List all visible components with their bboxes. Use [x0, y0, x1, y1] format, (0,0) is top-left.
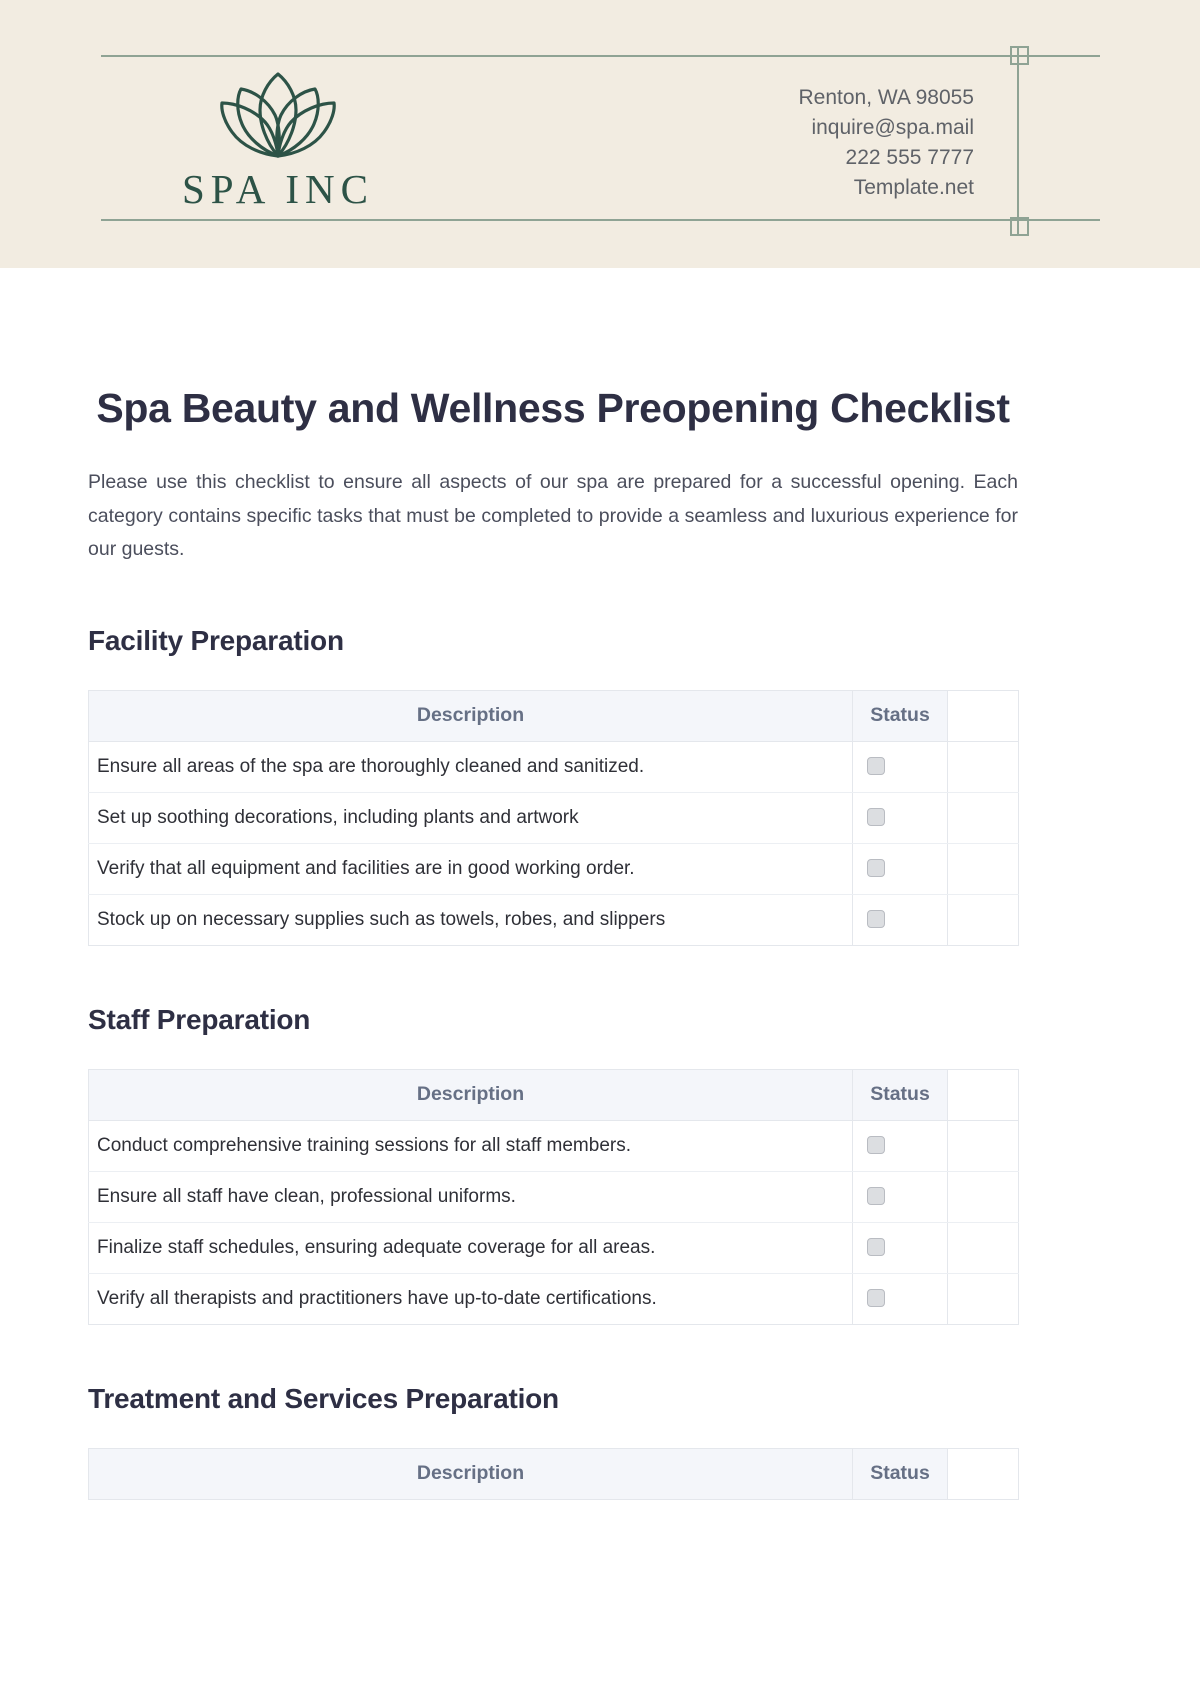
- brand-name: SPA INC: [181, 166, 375, 212]
- spacer-cell: [947, 894, 1019, 945]
- contact-address: Renton, WA 98055: [798, 86, 974, 109]
- table-row: Stock up on necessary supplies such as t…: [88, 894, 1019, 945]
- column-header-description: Description: [88, 1069, 853, 1121]
- table-header-row: Description Status: [88, 1448, 1019, 1500]
- task-description: Verify all therapists and practitioners …: [88, 1273, 853, 1324]
- table-row: Finalize staff schedules, ensuring adequ…: [88, 1222, 1019, 1274]
- spacer-cell: [947, 1171, 1019, 1223]
- table-row: Set up soothing decorations, including p…: [88, 792, 1019, 844]
- table-row: Verify all therapists and practitioners …: [88, 1273, 1019, 1324]
- column-header-description: Description: [88, 690, 853, 742]
- status-cell: [852, 1222, 948, 1274]
- table-header-row: Description Status: [88, 690, 1019, 742]
- section-heading: Staff Preparation: [88, 1003, 311, 1035]
- checkbox-icon[interactable]: [867, 1187, 885, 1206]
- column-header-spacer: [947, 1448, 1019, 1500]
- section-heading: Facility Preparation: [88, 624, 344, 656]
- checkbox-icon[interactable]: [867, 910, 885, 929]
- status-cell: [852, 1171, 948, 1223]
- task-description: Ensure all staff have clean, professiona…: [88, 1171, 853, 1223]
- checkbox-icon[interactable]: [867, 1289, 885, 1308]
- status-cell: [852, 792, 948, 844]
- status-cell: [852, 894, 948, 945]
- checkbox-icon[interactable]: [867, 1238, 885, 1257]
- contact-email: inquire@spa.mail: [811, 116, 974, 139]
- spacer-cell: [947, 1273, 1019, 1324]
- checklist-table: Description Status Conduct comprehensive t…: [88, 1068, 1019, 1325]
- checkbox-icon[interactable]: [867, 859, 885, 878]
- checklist-sections: Facility Preparation Description Status Ens…: [88, 567, 1019, 1500]
- table-header-row: Description Status: [88, 1069, 1019, 1121]
- spacer-cell: [947, 1120, 1019, 1172]
- column-header-status: Status: [852, 1069, 948, 1121]
- checkbox-icon[interactable]: [867, 1136, 885, 1155]
- task-description: Set up soothing decorations, including p…: [88, 792, 853, 844]
- header-bottom-rule: [101, 219, 1100, 221]
- status-cell: [852, 1273, 948, 1324]
- status-cell: [852, 741, 948, 793]
- header-corner-square-bottom: [1010, 217, 1029, 236]
- brand-logo: SPA INC: [128, 72, 428, 210]
- page-title: Spa Beauty and Wellness Preopening Check…: [96, 385, 1010, 431]
- spacer-cell: [947, 843, 1019, 895]
- column-header-spacer: [947, 690, 1019, 742]
- header-frame: SPA INC Renton, WA 98055 inquire@spa.mai…: [101, 0, 1100, 268]
- intro-paragraph: Please use this checklist to ensure all …: [88, 471, 1018, 560]
- task-description: Finalize staff schedules, ensuring adequ…: [88, 1222, 853, 1274]
- checklist-table: Description Status Ensure all areas of the…: [88, 689, 1019, 946]
- task-description: Verify that all equipment and facilities…: [88, 843, 853, 895]
- column-header-spacer: [947, 1069, 1019, 1121]
- task-description: Ensure all areas of the spa are thorough…: [88, 741, 853, 793]
- status-cell: [852, 1120, 948, 1172]
- table-row: Ensure all staff have clean, professiona…: [88, 1171, 1019, 1223]
- contact-website: Template.net: [853, 176, 974, 199]
- table-row: Verify that all equipment and facilities…: [88, 843, 1019, 895]
- page-header: SPA INC Renton, WA 98055 inquire@spa.mai…: [0, 0, 1200, 268]
- spacer-cell: [947, 792, 1019, 844]
- task-description: Stock up on necessary supplies such as t…: [88, 894, 853, 945]
- column-header-description: Description: [88, 1448, 853, 1500]
- checkbox-icon[interactable]: [867, 757, 885, 776]
- table-row: Ensure all areas of the spa are thorough…: [88, 741, 1019, 793]
- status-cell: [852, 843, 948, 895]
- column-header-status: Status: [852, 690, 948, 742]
- header-vertical-rule: [1017, 47, 1019, 235]
- checkbox-icon[interactable]: [867, 808, 885, 827]
- spacer-cell: [947, 741, 1019, 793]
- contact-phone: 222 555 7777: [845, 146, 974, 169]
- lotus-flower-icon: [128, 72, 428, 163]
- header-top-rule: [101, 55, 1100, 57]
- content-column: Spa Beauty and Wellness Preopening Check…: [88, 268, 1019, 1500]
- task-description: Conduct comprehensive training sessions …: [88, 1120, 853, 1172]
- checklist-table: Description Status: [88, 1447, 1019, 1500]
- spacer-cell: [947, 1222, 1019, 1274]
- section-heading: Treatment and Services Preparation: [88, 1382, 559, 1414]
- table-row: Conduct comprehensive training sessions …: [88, 1120, 1019, 1172]
- contact-info: Renton, WA 98055 inquire@spa.mail 222 55…: [798, 83, 974, 203]
- header-corner-square-top: [1010, 46, 1029, 65]
- column-header-status: Status: [852, 1448, 948, 1500]
